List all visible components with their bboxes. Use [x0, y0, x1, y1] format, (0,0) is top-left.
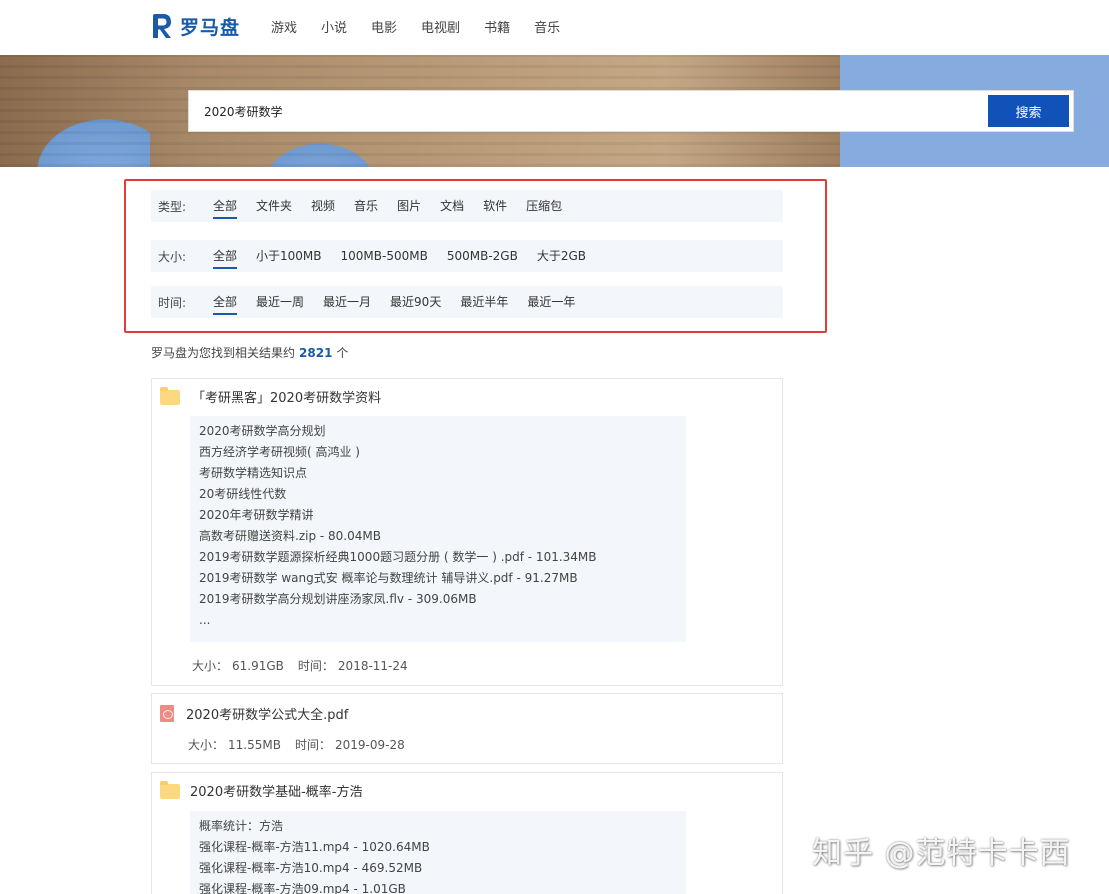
filter-type-all[interactable]: 全部 [213, 190, 238, 222]
nav-item-games[interactable]: 游戏 [271, 17, 297, 36]
filter-time-month[interactable]: 最近一月 [323, 286, 371, 318]
result-title[interactable]: 2020考研数学基础-概率-方浩 [190, 781, 362, 800]
filter-time-year[interactable]: 最近一年 [527, 286, 575, 318]
filter-type-document[interactable]: 文档 [440, 190, 464, 222]
hero-banner: 搜索 [0, 55, 1109, 167]
list-item: 强化课程-概率-方浩10.mp4 - 469.52MB [199, 861, 423, 875]
filter-row-time: 时间: 全部 最近一周 最近一月 最近90天 最近半年 最近一年 [151, 286, 783, 318]
filter-row-size: 大小: 全部 小于100MB 100MB-500MB 500MB-2GB 大于2… [151, 240, 783, 272]
nav-item-tv[interactable]: 电视剧 [421, 17, 460, 36]
logo-r-icon [153, 14, 171, 38]
filter-type-music[interactable]: 音乐 [354, 190, 378, 222]
main-nav: 游戏 小说 电影 电视剧 书籍 音乐 [271, 17, 584, 36]
filter-type-video[interactable]: 视频 [311, 190, 335, 222]
folder-icon [160, 387, 180, 405]
list-item: 20考研线性代数 [199, 487, 287, 501]
time-label: 时间： [297, 659, 334, 673]
result-card: 2020考研数学公式大全.pdf 大小： 11.55MB 时间： 2019-09-28 [151, 693, 783, 764]
list-item: 强化课程-概率-方浩09.mp4 - 1.01GB [199, 882, 406, 894]
zhihu-watermark: 知乎 @范特卡卡西 [812, 836, 1071, 871]
filter-size-under-100mb[interactable]: 小于100MB [256, 240, 322, 272]
filter-type-image[interactable]: 图片 [397, 190, 421, 222]
size-value: 11.55MB [228, 738, 281, 752]
result-count: 罗马盘为您找到相关结果约 2821 个 [151, 344, 348, 361]
nav-item-music[interactable]: 音乐 [534, 17, 560, 36]
result-file-list: 2020考研数学高分规划 西方经济学考研视频( 高鸿业 ) 考研数学精选知识点 … [190, 416, 686, 642]
result-count-number: 2821 [299, 346, 333, 360]
result-card: 2020考研数学基础-概率-方浩 概率统计：方浩 强化课程-概率-方浩11.mp… [151, 772, 783, 894]
result-title[interactable]: 「考研黑客」2020考研数学资料 [192, 387, 381, 406]
result-file-list: 概率统计：方浩 强化课程-概率-方浩11.mp4 - 1020.64MB 强化课… [190, 811, 686, 894]
filter-label-size: 大小: [158, 249, 187, 264]
result-title[interactable]: 2020考研数学公式大全.pdf [186, 704, 348, 723]
filter-size-500mb-2gb[interactable]: 500MB-2GB [447, 240, 518, 272]
list-item: 西方经济学考研视频( 高鸿业 ) [199, 445, 360, 459]
folder-icon [160, 781, 180, 799]
filter-time-90-days[interactable]: 最近90天 [390, 286, 441, 318]
search-input[interactable] [189, 91, 979, 131]
result-meta: 大小： 11.55MB 时间： 2019-09-28 [188, 736, 409, 753]
time-value: 2018-11-24 [337, 659, 408, 673]
pdf-icon [160, 705, 174, 722]
filter-size-over-2gb[interactable]: 大于2GB [537, 240, 586, 272]
size-value: 61.91GB [232, 659, 284, 673]
site-logo[interactable]: 罗马盘 [150, 12, 240, 40]
result-count-prefix: 罗马盘为您找到相关结果约 [151, 346, 296, 360]
nav-item-books[interactable]: 书籍 [484, 17, 510, 36]
list-item: 高数考研赠送资料.zip - 80.04MB [199, 529, 381, 543]
filter-type-software[interactable]: 软件 [483, 190, 507, 222]
filter-time-all[interactable]: 全部 [213, 286, 238, 318]
search-box: 搜索 [188, 90, 1074, 132]
filter-row-type: 类型: 全部 文件夹 视频 音乐 图片 文档 软件 压缩包 [151, 190, 783, 222]
list-item: 2020年考研数学精讲 [199, 508, 314, 522]
search-button[interactable]: 搜索 [988, 95, 1069, 127]
list-item: 2019考研数学题源探析经典1000题习题分册 ( 数学一 ) .pdf - 1… [199, 550, 597, 564]
filter-time-half-year[interactable]: 最近半年 [460, 286, 508, 318]
nav-item-novels[interactable]: 小说 [321, 17, 347, 36]
size-label: 大小： [192, 659, 229, 673]
result-card: 「考研黑客」2020考研数学资料 2020考研数学高分规划 西方经济学考研视频(… [151, 378, 783, 686]
result-count-suffix: 个 [336, 346, 349, 360]
filter-size-100-500mb[interactable]: 100MB-500MB [341, 240, 428, 272]
filter-size-all[interactable]: 全部 [213, 240, 238, 272]
list-item: 考研数学精选知识点 [199, 466, 308, 480]
list-item: 2019考研数学 wang式安 概率论与数理统计 辅导讲义.pdf - 91.2… [199, 571, 578, 585]
filter-time-week[interactable]: 最近一周 [256, 286, 304, 318]
list-item: 强化课程-概率-方浩11.mp4 - 1020.64MB [199, 840, 430, 854]
site-header: 罗马盘 游戏 小说 电影 电视剧 书籍 音乐 [0, 0, 1109, 55]
filter-label-type: 类型: [158, 199, 187, 214]
filter-type-folder[interactable]: 文件夹 [256, 190, 292, 222]
nav-item-movies[interactable]: 电影 [371, 17, 397, 36]
size-label: 大小： [188, 738, 225, 752]
list-item: 概率统计：方浩 [199, 819, 284, 833]
result-meta: 大小： 61.91GB 时间： 2018-11-24 [192, 657, 412, 674]
logo-text: 罗马盘 [180, 16, 241, 39]
list-item: ... [199, 613, 211, 627]
list-item: 2020考研数学高分规划 [199, 424, 326, 438]
list-item: 2019考研数学高分规划讲座汤家凤.flv - 309.06MB [199, 592, 477, 606]
time-value: 2019-09-28 [334, 738, 405, 752]
filter-label-time: 时间: [158, 295, 187, 310]
filter-type-archive[interactable]: 压缩包 [526, 190, 562, 222]
time-label: 时间： [294, 738, 331, 752]
